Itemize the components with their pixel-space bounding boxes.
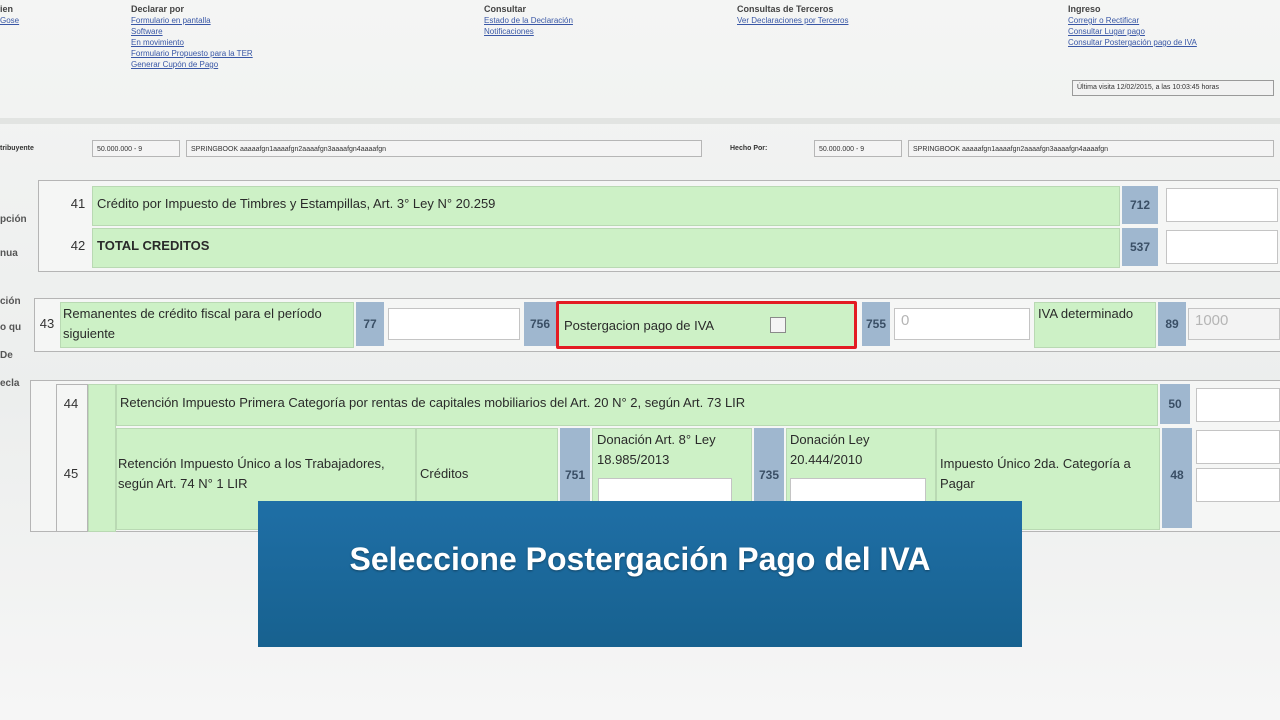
menu-link-movimiento[interactable]: En movimiento [131, 37, 301, 48]
code-89-value: 1000 [1195, 312, 1229, 329]
caption-text: Seleccione Postergación Pago del IVA [349, 541, 931, 577]
code-89-input[interactable]: 1000 [1188, 308, 1280, 340]
line-45-number: 45 [63, 466, 79, 481]
code-755-input[interactable]: 0 [894, 308, 1030, 340]
line-44-code: 50 [1160, 384, 1190, 424]
code-755-value: 0 [901, 312, 910, 329]
menu-consultar-heading: Consultar [484, 4, 527, 14]
line-44-text: Retención Impuesto Primera Categoría por… [120, 395, 746, 410]
menu-declarar-heading: Declarar por [131, 4, 185, 14]
menu-link-lugar-pago[interactable]: Consultar Lugar pago [1068, 26, 1268, 37]
side-label-2: nua [0, 248, 18, 259]
menu-link-software[interactable]: Software [131, 26, 301, 37]
menu-link-notificaciones[interactable]: Notificaciones [484, 26, 644, 37]
highlight-postergacion [556, 301, 857, 349]
line-45-text: Retención Impuesto Único a los Trabajado… [118, 456, 385, 491]
hecho-por-label: Hecho Por: [730, 145, 768, 152]
side-label-4: o qu [0, 322, 22, 333]
code-77: 77 [356, 302, 384, 346]
donacion-2-label: Donación Ley 20.444/2010 [790, 432, 870, 467]
iva-determinado-label: IVA determinado [1038, 306, 1134, 321]
line-45-input-1[interactable] [1196, 430, 1280, 464]
contribuyente-name: SPRINGBOOK aaaaafgn1aaaafgn2aaaafgn3aaaa… [186, 140, 702, 157]
retenciones-spacer [88, 384, 116, 532]
donacion-1-label: Donación Art. 8° Ley 18.985/2013 [597, 432, 716, 467]
menu-link-formulario-pantalla[interactable]: Formulario en pantalla [131, 15, 301, 26]
line-41-number: 41 [70, 196, 86, 211]
form-29-page: ien Gose Declarar por Formulario en pant… [0, 0, 1280, 720]
menu-link-corregir[interactable]: Corregir o Rectificar [1068, 15, 1268, 26]
menu-col-1-link[interactable]: Gose [0, 15, 40, 26]
menu-link-generar-cupon[interactable]: Generar Cupón de Pago [131, 59, 301, 70]
menu-link-formulario-propuesto[interactable]: Formulario Propuesto para la TER [131, 48, 301, 59]
contribuyente-rut: 50.000.000 - 9 [92, 140, 180, 157]
side-label-6: ecla [0, 378, 20, 389]
menu-link-ver-declaraciones-terceros[interactable]: Ver Declaraciones por Terceros [737, 15, 907, 26]
remanentes-input[interactable] [388, 308, 520, 340]
code-48: 48 [1162, 428, 1192, 528]
line-44-input[interactable] [1196, 388, 1280, 422]
line-42-input[interactable] [1166, 230, 1278, 264]
rut-row-left: tribuyente 50.000.000 - 9 SPRINGBOOK aaa… [0, 140, 720, 157]
menu-consultar: Consultar Estado de la Declaración Notif… [484, 4, 644, 37]
menu-link-postergacion-iva[interactable]: Consultar Postergación pago de IVA [1068, 37, 1268, 48]
line-41-input[interactable] [1166, 188, 1278, 222]
line-43-number: 43 [39, 316, 55, 331]
side-label-5: De [0, 350, 13, 361]
menu-declarar: Declarar por Formulario en pantalla Soft… [131, 4, 301, 70]
rut-row-right: Hecho Por: 50.000.000 - 9 SPRINGBOOK aaa… [728, 140, 1280, 157]
creditos-label: Créditos [420, 466, 469, 481]
menu-col-1: ien Gose [0, 4, 40, 26]
line-41-text: Crédito por Impuesto de Timbres y Estamp… [97, 196, 496, 211]
line-42-code: 537 [1122, 228, 1158, 266]
hecho-por-rut: 50.000.000 - 9 [814, 140, 902, 157]
top-menu: ien Gose Declarar por Formulario en pant… [0, 0, 1280, 120]
side-label-1: pción [0, 214, 27, 225]
menu-col-1-heading: ien [0, 4, 14, 14]
hecho-por-name: SPRINGBOOK aaaaafgn1aaaafgn2aaaafgn3aaaa… [908, 140, 1274, 157]
last-visit-text: Última visita 12/02/2015, a las 10:03:45… [1072, 80, 1274, 96]
code-89: 89 [1158, 302, 1186, 346]
line-43-text: Remanentes de crédito fiscal para el per… [63, 306, 322, 341]
line-42-number: 42 [70, 238, 86, 253]
menu-terceros-heading: Consultas de Terceros [737, 4, 834, 14]
line-41-code: 712 [1122, 186, 1158, 224]
menu-link-estado-declaracion[interactable]: Estado de la Declaración [484, 15, 644, 26]
line-42-text: TOTAL CREDITOS [97, 238, 210, 253]
line-44-number: 44 [63, 396, 79, 411]
code-756: 756 [524, 302, 556, 346]
contribuyente-label: tribuyente [0, 145, 34, 152]
line-42-row [92, 228, 1120, 268]
menu-terceros: Consultas de Terceros Ver Declaraciones … [737, 4, 907, 26]
impuesto-unico-label: Impuesto Único 2da. Categoría a Pagar [940, 456, 1131, 491]
menu-ingreso: Ingreso Corregir o Rectificar Consultar … [1068, 4, 1268, 48]
caption-banner: Seleccione Postergación Pago del IVA [258, 501, 1022, 647]
side-label-3: ción [0, 296, 21, 307]
line-45-input-2[interactable] [1196, 468, 1280, 502]
menu-ingreso-heading: Ingreso [1068, 4, 1101, 14]
menu-divider [0, 118, 1280, 124]
code-755: 755 [862, 302, 890, 346]
